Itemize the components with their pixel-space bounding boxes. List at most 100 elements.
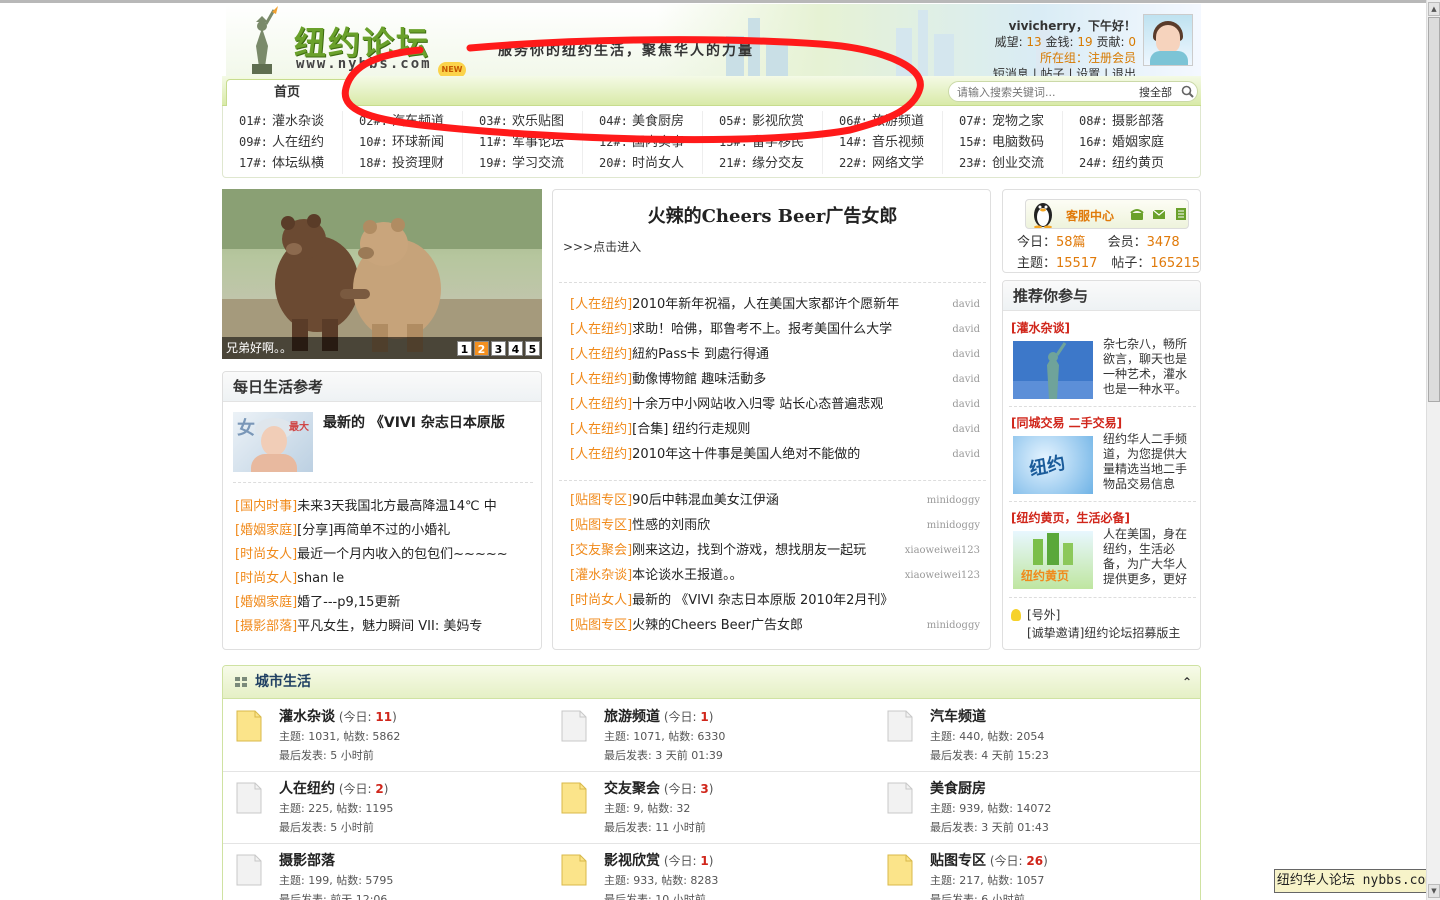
thread-title[interactable]: 性感的刘雨欣 [632, 518, 710, 533]
thread-title[interactable]: 90后中韩混血美女江伊涵 [632, 493, 779, 508]
thread-item[interactable]: [贴图专区]性感的刘雨欣 minidoggy [570, 513, 980, 538]
forum-cell[interactable]: 旅游频道 (今日: 1) 主题: 1071, 帖数: 6330 最后发表: 3 天前… [548, 700, 873, 772]
search-scope-button[interactable]: 搜全部 [1139, 84, 1172, 100]
messages-link[interactable]: 短消息 [993, 67, 1029, 76]
forum-last-post[interactable]: 最后发表: 前天 12:06 [279, 891, 387, 900]
forum-link[interactable]: 02#: 汽车频道 [343, 111, 463, 132]
thread-title[interactable]: 動像博物館 趣味活動多 [632, 372, 766, 387]
forum-link-label[interactable]: 影视欣赏 [752, 114, 804, 129]
thread-title[interactable]: 2010年新年祝福，人在美国大家都许个愿新年 [632, 297, 899, 312]
thread-title[interactable]: 2010年这十件事是美国人绝对不能做的 [632, 447, 860, 462]
thread-title[interactable]: 求助！哈佛，耶鲁考不上。报考美国什么大学 [632, 322, 892, 337]
thread-item[interactable]: [人在纽约]2010年新年祝福，人在美国大家都许个愿新年 david [570, 292, 980, 317]
yellowpages-image[interactable]: 纽约黄页 [1013, 531, 1093, 589]
daily-item-text[interactable]: 婚了---p9,15更新 [297, 595, 400, 610]
search-input[interactable] [957, 84, 1117, 100]
forum-link[interactable]: 12#: 国内实事 [583, 132, 703, 153]
forum-last-post[interactable]: 最后发表: 4 天前 15:23 [930, 747, 1049, 763]
settings-link[interactable]: 设置 [1076, 67, 1100, 76]
category-tag[interactable]: [人在纽约] [570, 347, 632, 362]
logout-link[interactable]: 退出 [1112, 67, 1136, 76]
forum-name[interactable]: 旅游频道 [604, 709, 660, 725]
forum-last-post[interactable]: 最后发表: 5 小时前 [279, 747, 374, 763]
thread-item[interactable]: [人在纽约]十余万中小网站收入归零 站长心态普遍悲观 david [570, 392, 980, 417]
forum-name[interactable]: 灌水杂谈 [279, 709, 335, 725]
enter-link[interactable]: >>>点击进入 [563, 238, 641, 255]
thread-item[interactable]: [灌水杂谈]本论谈水王报道。。 xiaoweiwei123 [570, 563, 980, 588]
thread-title[interactable]: 最新的 《VIVI 杂志日本原版 2010年2月刊》 [632, 593, 893, 608]
category-tag[interactable]: [人在纽约] [570, 447, 632, 462]
thread-item[interactable]: [人在纽约]動像博物館 趣味活動多 david [570, 367, 980, 392]
avatar[interactable] [1143, 14, 1193, 66]
forum-link-label[interactable]: 创业交流 [992, 156, 1044, 171]
forum-link-label[interactable]: 留学移民 [752, 135, 804, 150]
recommend-item-title[interactable]: [纽约黄页，生活必备] [1011, 509, 1196, 527]
daily-list-item[interactable]: [婚姻家庭]婚了---p9,15更新 [235, 591, 508, 615]
forum-link-label[interactable]: 电脑数码 [992, 135, 1044, 150]
forum-last-post[interactable]: 最后发表: 6 小时前 [930, 891, 1025, 900]
statue-image[interactable] [1013, 341, 1093, 399]
posts-link[interactable]: 帖子 [1041, 67, 1065, 76]
thread-item[interactable]: [人在纽约]求助！哈佛，耶鲁考不上。报考美国什么大学 david [570, 317, 980, 342]
forum-last-post[interactable]: 最后发表: 3 天前 01:43 [930, 819, 1049, 835]
forum-link[interactable]: 08#: 摄影部落 [1063, 111, 1183, 132]
forum-link[interactable]: 23#: 创业交流 [943, 153, 1063, 174]
forum-cell[interactable]: 人在纽约 (今日: 2) 主题: 225, 帖数: 1195 最后发表: 5 小时前 [223, 772, 548, 844]
forum-link-label[interactable]: 纽约黄页 [1112, 156, 1164, 171]
forum-cell[interactable]: 汽车频道 主题: 440, 帖数: 2054 最后发表: 4 天前 15:23 [874, 700, 1199, 772]
thread-item[interactable]: [人在纽约]2010年这十件事是美国人绝对不能做的 david [570, 442, 980, 467]
thread-author[interactable]: david [952, 392, 980, 417]
forum-link-label[interactable]: 时尚女人 [632, 156, 684, 171]
recommend-item[interactable]: [纽约黄页，生活必备] 纽约黄页 人在美国，身在纽约，生活必备，为广大华人提供更… [1011, 509, 1196, 589]
thread-title[interactable]: 火辣的Cheers Beer广告女郎 [632, 618, 803, 633]
thread-item[interactable]: [人在纽约]紐約Pass卡 到處行得通 david [570, 342, 980, 367]
forum-link-label[interactable]: 美食厨房 [632, 114, 684, 129]
daily-list-item[interactable]: [摄影部落]平凡女生，魅力瞬间 VII: 美妈专 [235, 615, 508, 639]
daily-item-text[interactable]: 平凡女生，魅力瞬间 VII: 美妈专 [297, 619, 482, 634]
category-tag[interactable]: [交友聚会] [570, 543, 632, 558]
recommend-item[interactable]: [灌水杂谈] 杂七杂八，畅所欲言，聊天也是一种艺术，灌水也是一种水平。 [1011, 319, 1196, 399]
forum-link[interactable]: 10#: 环球新闻 [343, 132, 463, 153]
thread-author[interactable]: david [952, 292, 980, 317]
forum-link[interactable]: 04#: 美食厨房 [583, 111, 703, 132]
forum-cell[interactable]: 影视欣赏 (今日: 1) 主题: 933, 帖数: 8283 最后发表: 10 小时… [548, 844, 873, 900]
news-note[interactable]: [号外] [诚挚邀请]纽约论坛招募版主 [1011, 606, 1180, 642]
forum-last-post[interactable]: 最后发表: 11 小时前 [604, 819, 706, 835]
slider-page-button[interactable]: 2 [474, 341, 489, 356]
forum-link[interactable]: 18#: 投资理财 [343, 153, 463, 174]
slider-page-button[interactable]: 4 [508, 341, 523, 356]
mail-icon[interactable] [1152, 208, 1166, 220]
forum-name[interactable]: 人在纽约 [279, 781, 335, 797]
nav-home-tab[interactable]: 首页 [226, 79, 348, 106]
thread-author[interactable]: minidoggy [927, 513, 980, 538]
recommend-item[interactable]: [同城交易 二手交易] 纽约 纽约华人二手频道，为您提供大量精选当地二手物品交易… [1011, 414, 1196, 494]
forum-link-label[interactable]: 欢乐贴图 [512, 114, 564, 129]
thread-title[interactable]: [合集] 纽约行走规则 [632, 422, 750, 437]
forum-last-post[interactable]: 最后发表: 10 小时前 [604, 891, 706, 900]
forum-link-label[interactable]: 军事论坛 [512, 135, 564, 150]
forum-name[interactable]: 美食厨房 [930, 781, 986, 797]
thread-item[interactable]: [贴图专区]90后中韩混血美女江伊涵 minidoggy [570, 488, 980, 513]
category-tag[interactable]: [摄影部落] [235, 619, 297, 634]
service-center-bar[interactable]: 客服中心 [1025, 199, 1189, 229]
forum-link-label[interactable]: 国内实事 [632, 135, 684, 150]
thread-item[interactable]: [人在纽约][合集] 纽约行走规则 david [570, 417, 980, 442]
forum-last-post[interactable]: 最后发表: 5 小时前 [279, 819, 374, 835]
headline-title[interactable]: 火辣的Cheers Beer广告女郎 [553, 202, 992, 228]
forum-link-label[interactable]: 体坛纵横 [272, 156, 324, 171]
category-tag[interactable]: [贴图专区] [570, 618, 632, 633]
category-tag[interactable]: [贴图专区] [570, 493, 632, 508]
slider-page-button[interactable]: 5 [525, 341, 540, 356]
daily-list-item[interactable]: [时尚女人]shan le [235, 567, 508, 591]
thread-author[interactable]: david [952, 442, 980, 467]
daily-list-item[interactable]: [时尚女人]最近一个月内收入的包包们~~~~~ [235, 543, 508, 567]
daily-item-text[interactable]: 未来3天我国北方最高降温14℃ 中 [297, 499, 497, 514]
daily-list-item[interactable]: [婚姻家庭][分享]再简单不过的小婚礼 [235, 519, 508, 543]
forum-link[interactable]: 24#: 纽约黄页 [1063, 153, 1183, 174]
forum-name[interactable]: 摄影部落 [279, 853, 335, 869]
thread-title[interactable]: 十余万中小网站收入归零 站长心态普遍悲观 [632, 397, 883, 412]
forum-link[interactable]: 15#: 电脑数码 [943, 132, 1063, 153]
forum-link[interactable]: 09#: 人在纽约 [223, 132, 343, 153]
forum-link[interactable]: 17#: 体坛纵横 [223, 153, 343, 174]
category-tag[interactable]: [人在纽约] [570, 322, 632, 337]
